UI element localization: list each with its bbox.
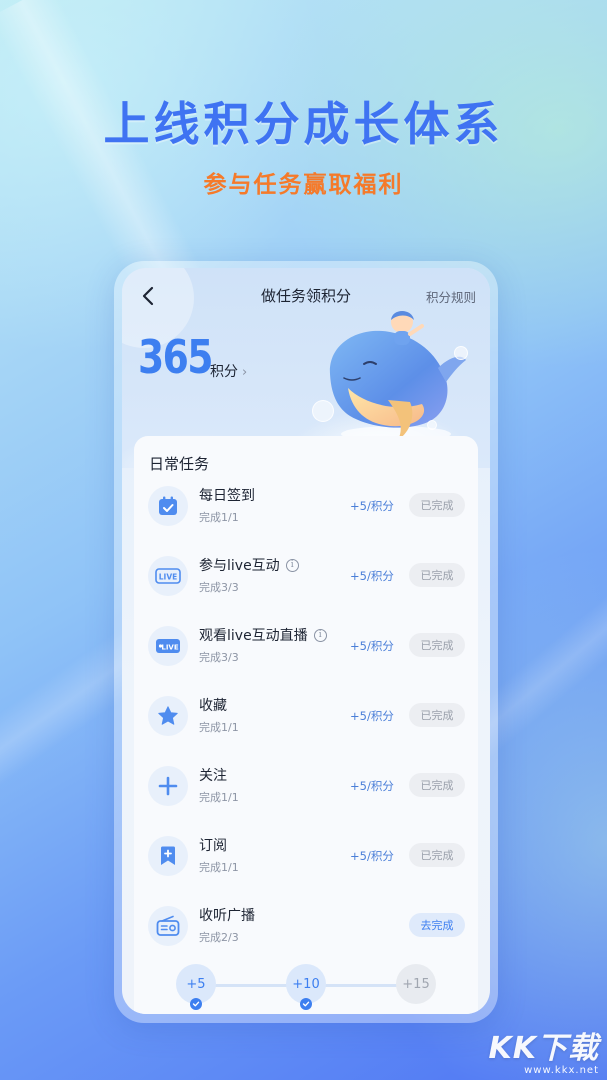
svg-text:LIVE: LIVE bbox=[159, 573, 178, 582]
milestone-15: +15 bbox=[396, 964, 436, 1004]
task-name: 订阅 bbox=[199, 838, 227, 854]
task-progress: 完成1/1 bbox=[199, 721, 239, 734]
task-name: 参与live互动 i bbox=[199, 555, 299, 575]
task-icon-badge bbox=[148, 486, 188, 526]
whale-mascot-illustration bbox=[329, 311, 466, 442]
points-milestones: +5 +10 +15 bbox=[122, 964, 490, 1014]
task-reward: +5/积分 bbox=[350, 849, 394, 863]
task-progress: 完成1/1 bbox=[199, 861, 239, 874]
calendar-check-icon bbox=[159, 496, 177, 515]
info-icon[interactable]: i bbox=[285, 558, 299, 572]
task-name: 每日签到 bbox=[199, 488, 255, 504]
plus-icon bbox=[158, 776, 178, 796]
live-badge-icon: LIVE bbox=[155, 568, 181, 584]
task-reward: +5/积分 bbox=[350, 779, 394, 793]
milestone-10: +10 bbox=[286, 964, 326, 1010]
chevron-right-icon: › bbox=[242, 365, 248, 380]
task-icon-badge bbox=[148, 836, 188, 876]
task-icon-badge: LIVE bbox=[148, 626, 188, 666]
task-icon-badge bbox=[148, 696, 188, 736]
points-balance: 365 bbox=[138, 330, 213, 384]
svg-text:LIVE: LIVE bbox=[161, 644, 178, 652]
app-screen: 做任务领积分 积分规则 365 积分 › 日常任务 每日签到 完成1/1 +5/… bbox=[122, 268, 490, 1014]
radio-icon bbox=[156, 915, 180, 936]
task-row-follow: 关注 完成1/1 +5/积分 已完成 bbox=[134, 756, 478, 816]
site-watermark: KK下载 www.kkx.net bbox=[489, 1023, 600, 1076]
task-name: 收听广播 bbox=[199, 908, 255, 924]
task-row-live-interaction: LIVE 参与live互动 i 完成3/3 +5/积分 已完成 bbox=[134, 546, 478, 606]
task-icon-badge bbox=[148, 766, 188, 806]
task-row-listen-radio: 收听广播 完成2/3 去完成 bbox=[134, 896, 478, 956]
info-icon[interactable]: i bbox=[313, 628, 327, 642]
task-progress: 完成3/3 bbox=[199, 651, 239, 664]
task-icon-badge bbox=[148, 906, 188, 946]
task-completed-button: 已完成 bbox=[409, 563, 465, 587]
decorative-bubble bbox=[312, 400, 334, 422]
task-reward: +5/积分 bbox=[350, 709, 394, 723]
bookmark-plus-icon bbox=[161, 846, 175, 865]
live-stream-icon: LIVE bbox=[156, 639, 180, 653]
star-icon bbox=[158, 706, 178, 725]
check-icon bbox=[190, 998, 202, 1010]
task-progress: 完成2/3 bbox=[199, 931, 239, 944]
task-reward: +5/积分 bbox=[350, 639, 394, 653]
task-progress: 完成1/1 bbox=[199, 511, 239, 524]
promo-subline: 参与任务赢取福利 bbox=[203, 172, 404, 198]
section-title: 日常任务 bbox=[149, 455, 210, 473]
task-name: 关注 bbox=[199, 768, 227, 784]
task-completed-button: 已完成 bbox=[409, 773, 465, 797]
task-progress: 完成3/3 bbox=[199, 581, 239, 594]
decorative-bubble bbox=[427, 420, 437, 430]
task-completed-button: 已完成 bbox=[409, 633, 465, 657]
task-completed-button: 已完成 bbox=[409, 703, 465, 727]
task-name: 观看live互动直播 i bbox=[199, 625, 327, 645]
promo-headline: 上线积分成长体系 bbox=[103, 97, 504, 151]
go-complete-button[interactable]: 去完成 bbox=[409, 913, 465, 937]
task-reward: +5/积分 bbox=[350, 569, 394, 583]
daily-tasks-card: 日常任务 每日签到 完成1/1 +5/积分 已完成 LIVE 参与live互动 … bbox=[134, 436, 478, 1014]
points-unit-label: 积分 bbox=[210, 364, 238, 380]
task-row-daily-checkin: 每日签到 完成1/1 +5/积分 已完成 bbox=[134, 476, 478, 536]
check-icon bbox=[300, 998, 312, 1010]
task-reward: +5/积分 bbox=[350, 499, 394, 513]
decorative-bubble bbox=[454, 346, 468, 360]
watermark-logo: KK下载 bbox=[488, 1031, 599, 1066]
task-row-subscribe: 订阅 完成1/1 +5/积分 已完成 bbox=[134, 826, 478, 886]
task-completed-button: 已完成 bbox=[409, 493, 465, 517]
task-row-favorite: 收藏 完成1/1 +5/积分 已完成 bbox=[134, 686, 478, 746]
task-completed-button: 已完成 bbox=[409, 843, 465, 867]
task-progress: 完成1/1 bbox=[199, 791, 239, 804]
milestone-5: +5 bbox=[176, 964, 216, 1010]
task-row-watch-live: LIVE 观看live互动直播 i 完成3/3 +5/积分 已完成 bbox=[134, 616, 478, 676]
task-name: 收藏 bbox=[199, 698, 227, 714]
task-icon-badge: LIVE bbox=[148, 556, 188, 596]
points-detail-link[interactable]: 积分 › bbox=[210, 361, 247, 381]
